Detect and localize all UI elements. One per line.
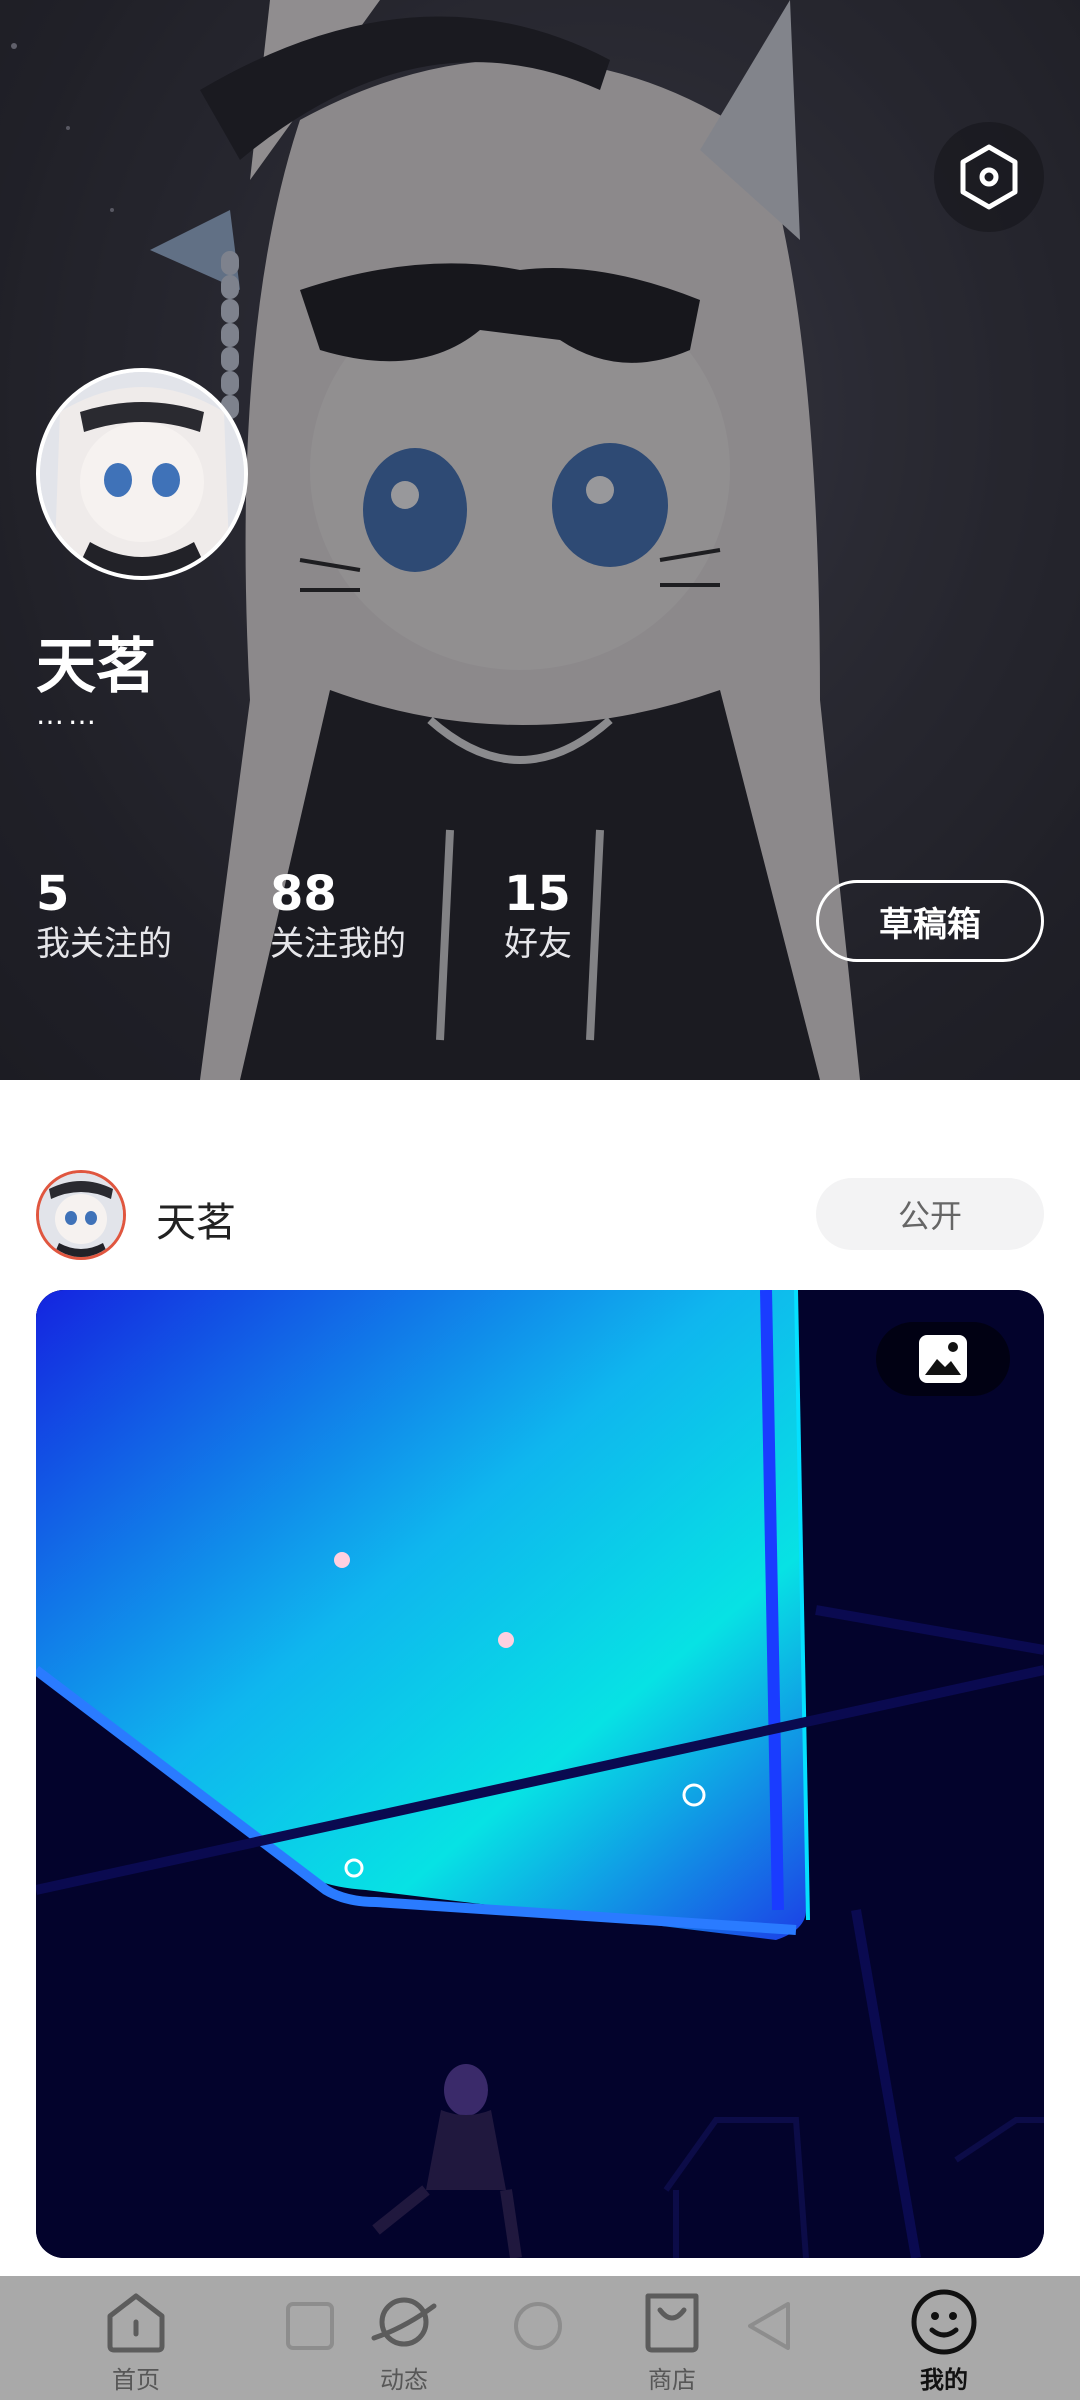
tab-feed-label: 动态 [380,2366,428,2394]
profile-avatar[interactable] [36,368,248,580]
system-recents-icon[interactable] [284,2300,336,2352]
post-author-avatar[interactable] [36,1170,126,1260]
avatar-image [40,372,244,576]
profile-username: 天茗 [36,632,156,702]
stat-following-count: 5 [36,866,70,922]
post-visibility-button[interactable]: 公开 [816,1178,1044,1250]
stat-friends-label: 好友 [504,924,572,964]
stat-followers[interactable]: 88 关注我的 [270,866,406,966]
post-photo [36,1290,1044,2258]
tab-store-label: 商店 [648,2366,696,2394]
profile-header: 天茗 …… 5 我关注的 88 关注我的 15 好友 草稿箱 [0,0,1080,1080]
tab-me-label: 我的 [920,2366,968,2394]
tab-store[interactable]: 商店 [592,2276,752,2400]
content-bottom-spacer [0,2258,1080,2276]
stat-friends-count: 15 [504,866,571,922]
shopping-bag-icon [645,2293,699,2353]
smile-icon [911,2289,977,2355]
system-back-icon[interactable] [744,2300,796,2352]
post-author-name[interactable]: 天茗 [156,1190,236,1248]
image-icon [919,1335,967,1383]
stat-followers-count: 88 [270,866,337,922]
tab-feed[interactable]: 动态 [324,2276,484,2400]
tab-me[interactable]: 我的 [864,2276,1024,2400]
settings-button[interactable] [934,122,1044,232]
stat-following[interactable]: 5 我关注的 [36,866,172,966]
settings-hexagon-icon [960,144,1018,210]
stat-followers-label: 关注我的 [270,924,406,964]
stat-friends[interactable]: 15 好友 [504,866,572,966]
profile-bio: …… [36,698,100,731]
system-home-icon[interactable] [512,2300,564,2352]
home-icon [107,2293,165,2353]
image-type-badge [876,1322,1010,1396]
stat-following-label: 我关注的 [36,924,172,964]
drafts-button[interactable]: 草稿箱 [816,880,1044,962]
tab-home-label: 首页 [112,2366,160,2394]
post-avatar-image [39,1173,123,1257]
tab-home[interactable]: 首页 [56,2276,216,2400]
post-image[interactable] [36,1290,1044,2258]
planet-icon [371,2297,437,2347]
